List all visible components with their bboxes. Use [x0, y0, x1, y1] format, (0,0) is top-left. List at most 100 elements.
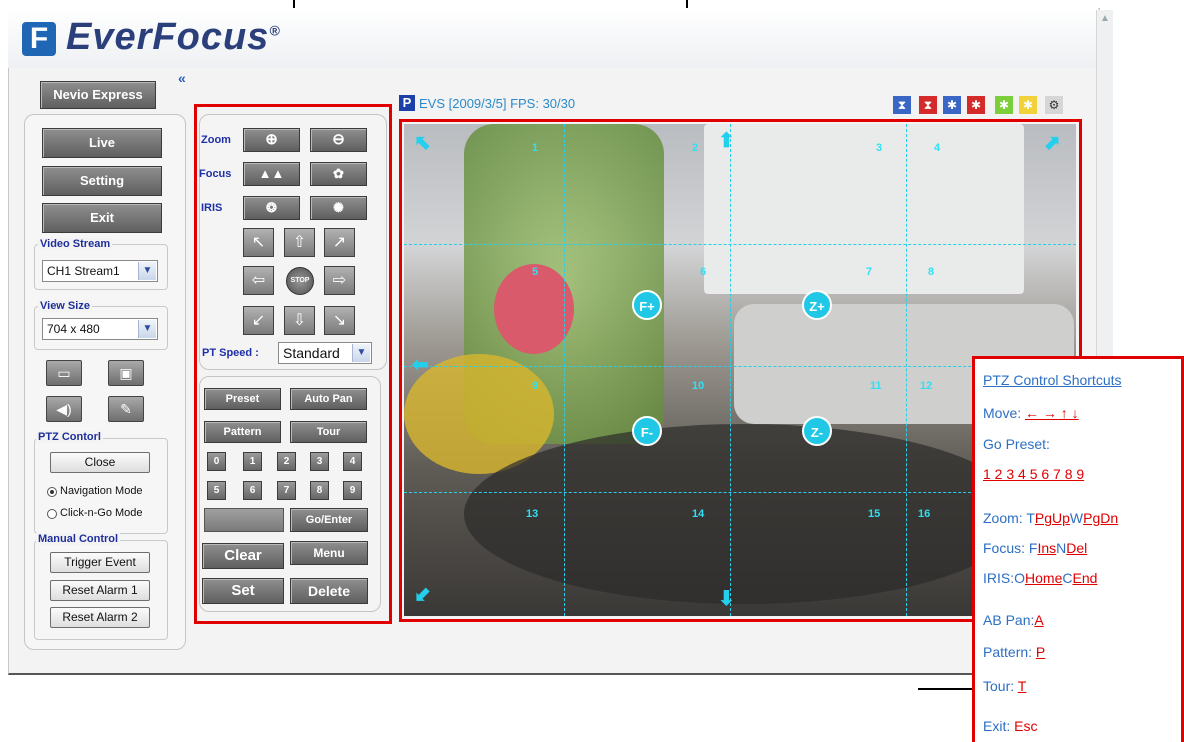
nevio-express-button[interactable]: Nevio Express: [40, 81, 156, 109]
microphone-icon[interactable]: ✎: [108, 396, 144, 422]
num-9-button[interactable]: 9: [343, 481, 362, 500]
menu-button[interactable]: Menu: [290, 541, 368, 565]
hourglass-red-icon[interactable]: ⧗: [919, 96, 937, 114]
reset-alarm-1-button[interactable]: Reset Alarm 1: [50, 580, 150, 601]
preset-number-display: [204, 508, 284, 532]
scroll-up-arrow-icon[interactable]: ▲: [1099, 12, 1111, 26]
chevron-down-icon: ▼: [138, 320, 156, 338]
tour-shortcut-label: Tour:: [983, 678, 1015, 694]
zoom-in-button[interactable]: ⊕: [243, 128, 300, 152]
num-4-button[interactable]: 4: [343, 452, 362, 471]
zone-12[interactable]: 12: [920, 380, 932, 392]
zoom-label: Zoom: [201, 134, 231, 146]
focus-far-button[interactable]: ▲▲: [243, 162, 300, 186]
ptz-close-button[interactable]: Close: [50, 452, 150, 473]
zone-14[interactable]: 14: [692, 508, 704, 520]
zoom-out-button[interactable]: ⊖: [310, 128, 367, 152]
video-p-badge: P: [399, 95, 415, 111]
run-yellow-icon[interactable]: ✱: [1019, 96, 1037, 114]
run-red-icon[interactable]: ✱: [967, 96, 985, 114]
zone-11[interactable]: 11: [870, 380, 882, 392]
ab-pan-label: AB Pan:: [983, 612, 1035, 628]
pan-up-left-icon[interactable]: ⬉: [414, 130, 431, 155]
pt-speed-select[interactable]: Standard ▼: [278, 342, 372, 364]
zone-1[interactable]: 1: [532, 142, 538, 154]
pan-up-right-icon[interactable]: ⬈: [1044, 130, 1061, 155]
tour-button[interactable]: Tour: [290, 421, 367, 443]
zone-10[interactable]: 10: [692, 380, 704, 392]
hourglass-blue-icon[interactable]: ⧗: [893, 96, 911, 114]
focus-near-overlay-button[interactable]: F+: [632, 290, 662, 320]
num-8-button[interactable]: 8: [310, 481, 329, 500]
num-5-button[interactable]: 5: [207, 481, 226, 500]
trigger-event-button[interactable]: Trigger Event: [50, 552, 150, 573]
click-n-go-mode-label: Click-n-Go Mode: [60, 507, 143, 519]
exit-button[interactable]: Exit: [42, 203, 162, 233]
zone-2[interactable]: 2: [692, 142, 698, 154]
move-up-right-icon[interactable]: ↗: [324, 228, 355, 257]
click-n-go-mode-radio[interactable]: [47, 509, 57, 519]
live-button[interactable]: Live: [42, 128, 162, 158]
pan-left-icon[interactable]: ⬅: [412, 352, 429, 377]
preset-button[interactable]: Preset: [204, 388, 281, 410]
reset-alarm-2-button[interactable]: Reset Alarm 2: [50, 607, 150, 628]
zone-8[interactable]: 8: [928, 266, 934, 278]
move-down-right-icon[interactable]: ↘: [324, 306, 355, 335]
zone-7[interactable]: 7: [866, 266, 872, 278]
pan-down-icon[interactable]: ⬇: [718, 586, 735, 611]
auto-pan-button[interactable]: Auto Pan: [290, 388, 367, 410]
collapse-sidebar-icon[interactable]: «: [178, 70, 186, 86]
pan-up-icon[interactable]: ⬆: [718, 128, 735, 153]
shortcuts-title[interactable]: PTZ Control Shortcuts: [983, 372, 1122, 388]
pattern-button[interactable]: Pattern: [204, 421, 281, 443]
move-left-icon[interactable]: ⇦: [243, 266, 274, 295]
clear-button[interactable]: Clear: [202, 543, 284, 569]
zoom-out-overlay-button[interactable]: Z-: [802, 416, 832, 446]
delete-button[interactable]: Delete: [290, 578, 368, 604]
view-size-select[interactable]: 704 x 480 ▼: [42, 318, 158, 340]
run-green-icon[interactable]: ✱: [995, 96, 1013, 114]
go-enter-button[interactable]: Go/Enter: [290, 508, 368, 532]
move-down-left-icon[interactable]: ↙: [243, 306, 274, 335]
zone-6[interactable]: 6: [700, 266, 706, 278]
shortcut-tour: Tour: T: [983, 678, 1026, 694]
navigation-mode-radio[interactable]: [47, 487, 57, 497]
num-1-button[interactable]: 1: [243, 452, 262, 471]
move-right-icon[interactable]: ⇨: [324, 266, 355, 295]
callout-line-shortcuts: [918, 688, 974, 690]
set-button[interactable]: Set: [202, 578, 284, 604]
zoom-in-overlay-button[interactable]: Z+: [802, 290, 832, 320]
video-stream-select[interactable]: CH1 Stream1 ▼: [42, 260, 158, 282]
pt-speed-label: PT Speed :: [202, 347, 259, 359]
zone-3[interactable]: 3: [876, 142, 882, 154]
pan-down-left-icon[interactable]: ⬋: [414, 582, 431, 607]
record-icon[interactable]: ▣: [108, 360, 144, 386]
move-up-left-icon[interactable]: ↖: [243, 228, 274, 257]
iris-close-button[interactable]: ✺: [310, 196, 367, 220]
zoom-t-key: PgUp: [1034, 510, 1070, 526]
focus-near-button[interactable]: ✿: [310, 162, 367, 186]
iris-open-button[interactable]: ❂: [243, 196, 300, 220]
move-down-icon[interactable]: ⇩: [284, 306, 315, 335]
num-7-button[interactable]: 7: [277, 481, 296, 500]
run-blue-icon[interactable]: ✱: [943, 96, 961, 114]
num-3-button[interactable]: 3: [310, 452, 329, 471]
num-2-button[interactable]: 2: [277, 452, 296, 471]
setting-button[interactable]: Setting: [42, 166, 162, 196]
speaker-icon[interactable]: ◀): [46, 396, 82, 422]
zone-13[interactable]: 13: [526, 508, 538, 520]
zone-5[interactable]: 5: [532, 266, 538, 278]
stop-button[interactable]: STOP: [286, 267, 314, 295]
num-6-button[interactable]: 6: [243, 481, 262, 500]
num-0-button[interactable]: 0: [207, 452, 226, 471]
move-up-icon[interactable]: ⇧: [284, 228, 315, 257]
zone-4[interactable]: 4: [934, 142, 940, 154]
focus-far-overlay-button[interactable]: F-: [632, 416, 662, 446]
settings-gear-icon[interactable]: ⚙: [1045, 96, 1063, 114]
zone-9[interactable]: 9: [532, 380, 538, 392]
focus-n: N: [1056, 540, 1067, 556]
zone-16[interactable]: 16: [918, 508, 930, 520]
zone-15[interactable]: 15: [868, 508, 880, 520]
snapshot-icon[interactable]: ▭: [46, 360, 82, 386]
move-label: Move:: [983, 405, 1022, 421]
